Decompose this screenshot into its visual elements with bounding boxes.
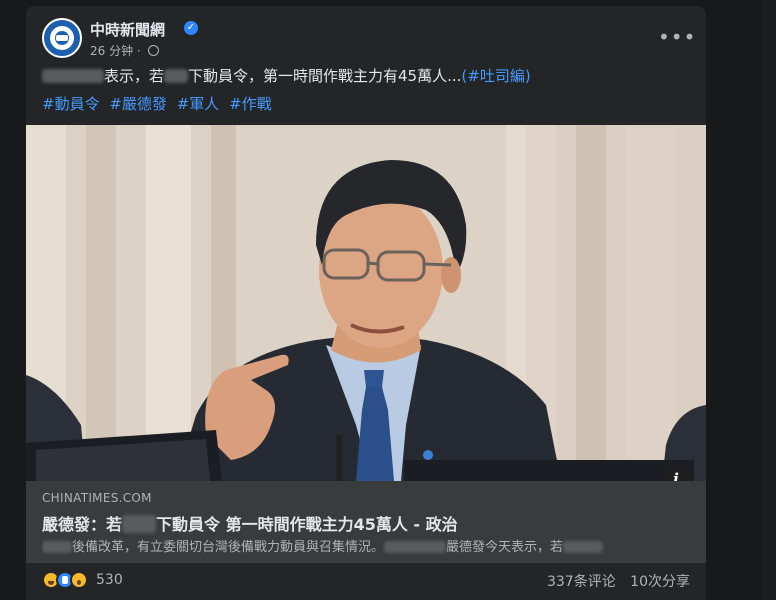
link-title-text-1: 嚴德發：若	[42, 515, 123, 534]
link-title-text-2: 下動員令 第一時間作戰主力45萬人 - 政治	[156, 515, 458, 534]
verified-icon: ✓	[184, 21, 198, 35]
redacted-text	[384, 541, 447, 553]
caption-text-1: 表示，若	[104, 67, 165, 85]
comment-count[interactable]: 337条评论	[547, 574, 616, 590]
hashtag-list: #動員令 #嚴德發 #軍人 #作戰	[42, 94, 277, 114]
link-description: 後備改革，有立委關切台灣後備戰力動員與召集情況。 嚴德發今天表示，若	[42, 536, 682, 555]
redacted-text	[164, 69, 189, 83]
link-desc-text-2: 嚴德發今天表示，若	[446, 540, 564, 555]
post-header: 中時新聞網 ✓ 26 分钟 · •••	[42, 18, 695, 59]
hashtag-link[interactable]: #嚴德發	[109, 95, 167, 113]
share-count[interactable]: 10次分享	[630, 574, 690, 590]
hashtag-link[interactable]: #軍人	[177, 95, 220, 113]
redacted-text	[42, 69, 104, 83]
redacted-text	[42, 541, 72, 553]
link-title[interactable]: 嚴德發：若 下動員令 第一時間作戰主力45萬人 - 政治	[42, 511, 458, 535]
link-preview[interactable]: CHINATIMES.COM 嚴德發：若 下動員令 第一時間作戰主力45萬人 - …	[26, 481, 706, 563]
window-scrollbar[interactable]	[762, 0, 776, 600]
post-caption: 表示，若 下動員令，第一時間作戰主力有45萬人...(#吐司編)	[42, 66, 690, 86]
hashtag-link[interactable]: #動員令	[42, 95, 100, 113]
reaction-count[interactable]: 530	[96, 572, 123, 588]
hashtag-link[interactable]: #作戰	[229, 95, 272, 113]
redacted-text	[563, 541, 604, 553]
caption-hashtag-link[interactable]: (#吐司編)	[461, 67, 530, 85]
globe-icon	[147, 45, 159, 56]
post-footer: 530 337条评论 10次分享	[42, 568, 690, 592]
page-name[interactable]: 中時新聞網	[90, 19, 165, 40]
post-time[interactable]: 26 分钟	[90, 44, 133, 58]
link-domain: CHINATIMES.COM	[42, 491, 152, 505]
wow-reaction-icon	[70, 571, 88, 589]
meta-separator: ·	[136, 44, 141, 58]
post-stats: 337条评论 10次分享	[547, 571, 690, 591]
caption-text-2: 下動員令，第一時間作戰主力有45萬人...	[188, 67, 462, 85]
post-card: 中時新聞網 ✓ 26 分钟 · ••• 表示，若 下動員令，第一時間作戰主力有45…	[26, 6, 706, 600]
post-photo[interactable]: i	[26, 125, 706, 481]
photo-illustration	[26, 125, 706, 481]
page-avatar[interactable]	[42, 18, 82, 58]
reaction-summary[interactable]: 530	[42, 568, 123, 592]
redacted-text	[122, 515, 157, 533]
more-icon[interactable]: •••	[658, 22, 695, 54]
link-desc-text-1: 後備改革，有立委關切台灣後備戰力動員與召集情況。	[72, 540, 385, 555]
post-meta: 26 分钟 ·	[90, 42, 159, 59]
